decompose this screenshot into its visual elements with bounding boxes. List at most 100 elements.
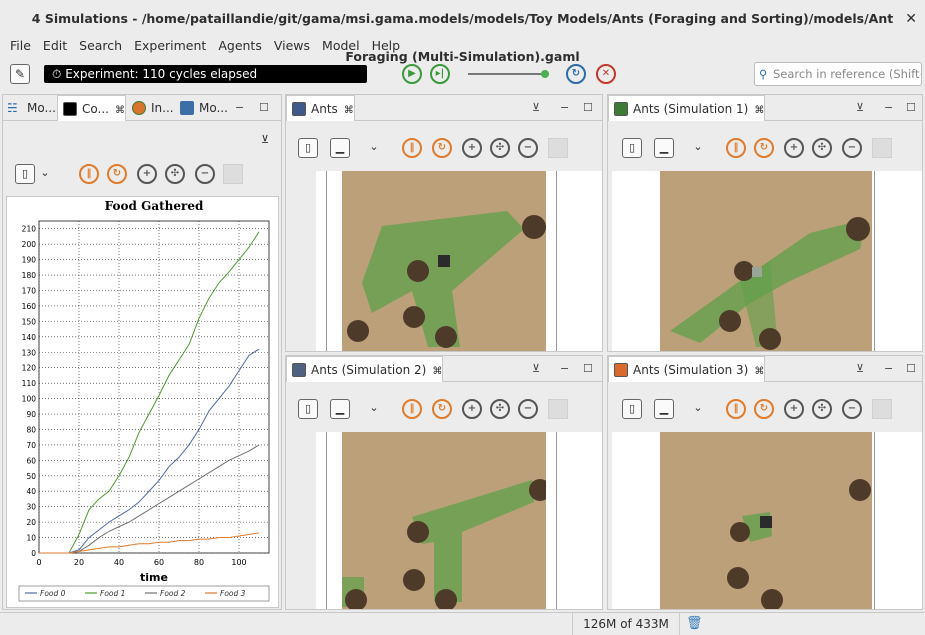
toggle-overlay-button[interactable]: ▯ bbox=[15, 164, 35, 184]
layers-button[interactable]: ▁ bbox=[654, 399, 674, 419]
zoom-fit-button[interactable]: ✣ bbox=[490, 138, 510, 158]
snapshot-button[interactable] bbox=[548, 399, 568, 419]
sync-view-button[interactable]: ↻ bbox=[754, 399, 774, 419]
minimize-icon[interactable]: − bbox=[884, 356, 893, 382]
sync-view-button[interactable]: ↻ bbox=[754, 138, 774, 158]
maximize-icon[interactable]: ☐ bbox=[583, 95, 593, 121]
snapshot-button[interactable] bbox=[872, 138, 892, 158]
layers-button[interactable]: ▁ bbox=[654, 138, 674, 158]
minimize-icon[interactable]: − bbox=[235, 95, 244, 121]
menu-help[interactable]: Help bbox=[368, 36, 405, 56]
view-menu-icon[interactable]: ⊻ bbox=[856, 95, 864, 121]
toggle-overlay-button[interactable]: ▯ bbox=[622, 138, 642, 158]
trash-icon[interactable]: 🗑 bbox=[686, 616, 703, 631]
minimize-icon[interactable]: − bbox=[884, 95, 893, 121]
simulation-canvas-2[interactable] bbox=[316, 432, 602, 609]
menu-model[interactable]: Model bbox=[318, 36, 364, 56]
menu-search[interactable]: Search bbox=[75, 36, 126, 56]
tab-view-3[interactable]: Ants (Simulation 3) ⌘ bbox=[608, 356, 766, 382]
close-tab-icon[interactable]: ⌘ bbox=[754, 105, 764, 116]
zoom-fit-button[interactable]: ✣ bbox=[812, 399, 832, 419]
close-tab-icon[interactable]: ⌘ bbox=[754, 366, 764, 377]
view-menu-icon[interactable]: ⊻ bbox=[856, 356, 864, 382]
pause-view-button[interactable]: ‖ bbox=[726, 138, 746, 158]
sync-view-button[interactable]: ↻ bbox=[107, 164, 127, 184]
simulation-canvas-3[interactable] bbox=[612, 432, 922, 609]
zoom-out-button[interactable]: − bbox=[518, 399, 538, 419]
minimize-icon[interactable]: − bbox=[560, 356, 569, 382]
zoom-fit-button[interactable]: ✣ bbox=[165, 164, 185, 184]
toggle-overlay-button[interactable]: ▯ bbox=[622, 399, 642, 419]
terrain-map[interactable] bbox=[660, 171, 872, 351]
view-menu-icon[interactable]: ⊻ bbox=[532, 95, 540, 121]
simulation-canvas-1[interactable] bbox=[612, 171, 922, 351]
zoom-fit-button[interactable]: ✣ bbox=[812, 138, 832, 158]
maximize-icon[interactable]: ☐ bbox=[583, 356, 593, 382]
toggle-overlay-button[interactable]: ▯ bbox=[298, 399, 318, 419]
edit-model-button[interactable]: ✎ bbox=[10, 64, 30, 84]
minimize-icon[interactable]: − bbox=[560, 95, 569, 121]
zoom-out-button[interactable]: − bbox=[842, 399, 862, 419]
pause-view-button[interactable]: ‖ bbox=[402, 399, 422, 419]
simulation-canvas-0[interactable] bbox=[316, 171, 602, 351]
snapshot-button[interactable] bbox=[548, 138, 568, 158]
menu-file[interactable]: File bbox=[6, 36, 35, 56]
stop-button[interactable]: ✕ bbox=[596, 64, 616, 84]
pause-view-button[interactable]: ‖ bbox=[402, 138, 422, 158]
menu-agents[interactable]: Agents bbox=[214, 36, 266, 56]
chevron-down-icon[interactable]: ⌄ bbox=[368, 399, 380, 419]
zoom-in-button[interactable]: + bbox=[137, 164, 157, 184]
run-button[interactable]: ▶ bbox=[402, 64, 422, 84]
zoom-fit-button[interactable]: ✣ bbox=[490, 399, 510, 419]
tab-models[interactable]: ☵ Mo... bbox=[3, 95, 56, 121]
toggle-overlay-button[interactable]: ▯ bbox=[298, 138, 318, 158]
speed-slider[interactable] bbox=[468, 70, 549, 78]
chevron-down-icon[interactable]: ⌄ bbox=[39, 164, 51, 184]
terrain-map[interactable] bbox=[660, 432, 872, 609]
chevron-down-icon[interactable]: ⌄ bbox=[368, 138, 380, 158]
zoom-out-button[interactable]: − bbox=[518, 138, 538, 158]
sync-icon: ↻ bbox=[437, 403, 447, 414]
snapshot-button[interactable] bbox=[872, 399, 892, 419]
menu-views[interactable]: Views bbox=[270, 36, 314, 56]
pause-view-button[interactable]: ‖ bbox=[726, 399, 746, 419]
menu-edit[interactable]: Edit bbox=[39, 36, 71, 56]
zoom-in-button[interactable]: + bbox=[784, 138, 804, 158]
zoom-out-button[interactable]: − bbox=[195, 164, 215, 184]
layers-button[interactable]: ▁ bbox=[330, 138, 350, 158]
tab-view-2[interactable]: Ants (Simulation 2) ⌘ bbox=[286, 356, 444, 382]
tab-view-1[interactable]: Ants (Simulation 1) ⌘ bbox=[608, 95, 766, 121]
reference-search-input[interactable]: ⚲ Search in reference (Shift+C bbox=[754, 62, 922, 86]
tab-monitor[interactable]: Mo... bbox=[175, 95, 228, 121]
layers-button[interactable]: ▁ bbox=[330, 399, 350, 419]
zoom-in-button[interactable]: + bbox=[462, 138, 482, 158]
close-tab-icon[interactable]: ⌘ bbox=[115, 105, 125, 116]
terrain-map[interactable] bbox=[342, 171, 546, 351]
x-tick-label: 20 bbox=[74, 558, 84, 567]
view-menu-icon[interactable]: ⊻ bbox=[261, 133, 269, 146]
maximize-icon[interactable]: ☐ bbox=[906, 95, 916, 121]
sync-view-button[interactable]: ↻ bbox=[432, 138, 452, 158]
close-tab-icon[interactable]: ⌘ bbox=[344, 105, 354, 116]
snapshot-button[interactable] bbox=[223, 164, 243, 184]
sync-view-button[interactable]: ↻ bbox=[432, 399, 452, 419]
chevron-down-icon[interactable]: ⌄ bbox=[692, 138, 704, 158]
pause-view-button[interactable]: ‖ bbox=[79, 164, 99, 184]
close-tab-icon[interactable]: ⌘ bbox=[432, 366, 442, 377]
terrain-map[interactable] bbox=[342, 432, 546, 609]
maximize-icon[interactable]: ☐ bbox=[906, 356, 916, 382]
tab-view-0[interactable]: Ants ⌘ bbox=[286, 95, 355, 121]
step-button[interactable]: ▸| bbox=[430, 64, 450, 84]
zoom-in-button[interactable]: + bbox=[462, 399, 482, 419]
reload-button[interactable]: ↻ bbox=[566, 64, 586, 84]
chevron-down-icon[interactable]: ⌄ bbox=[692, 399, 704, 419]
zoom-in-button[interactable]: + bbox=[784, 399, 804, 419]
zoom-out-button[interactable]: − bbox=[842, 138, 862, 158]
tab-console[interactable]: Co... ⌘ bbox=[57, 95, 126, 121]
tab-inspector[interactable]: In... bbox=[127, 95, 174, 121]
close-window-button[interactable]: ✕ bbox=[905, 0, 917, 38]
maximize-icon[interactable]: ☐ bbox=[259, 95, 269, 121]
menu-experiment[interactable]: Experiment bbox=[130, 36, 210, 56]
speed-slider-knob[interactable] bbox=[541, 70, 549, 78]
view-menu-icon[interactable]: ⊻ bbox=[532, 356, 540, 382]
